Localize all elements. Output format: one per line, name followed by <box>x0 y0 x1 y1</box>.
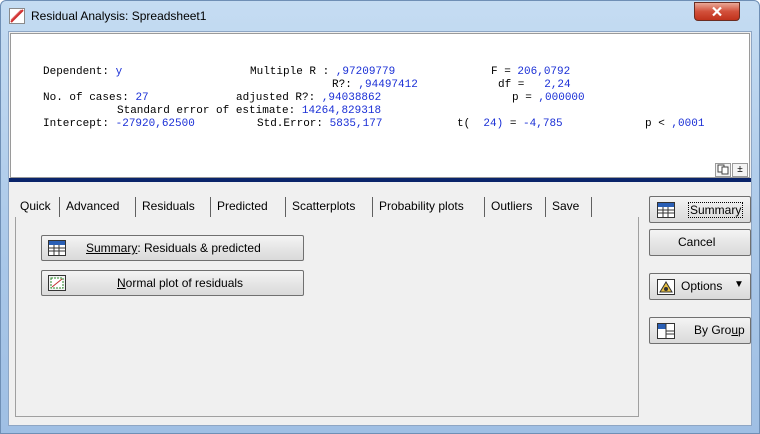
summary-button-label: Summary <box>688 202 744 218</box>
by-group-button[interactable]: By Group <box>649 317 751 344</box>
adjusted-r-squared: adjusted R?: ,94038862 <box>236 92 381 105</box>
adj-r2-label: adjusted R?: <box>236 92 316 104</box>
r2-value: ,94497412 <box>358 79 418 91</box>
tab-divider <box>59 197 60 217</box>
t-stat: t( 24) = -4,785 <box>457 118 563 131</box>
copy-button[interactable] <box>715 163 731 177</box>
tab-probability-plots[interactable]: Probability plots <box>374 195 469 217</box>
quick-tab-panel: Summary: Residuals & predicted Normal pl… <box>15 217 639 417</box>
p-label: p = <box>512 92 532 104</box>
tab-divider <box>135 197 136 217</box>
normal-plot-hotkey: N <box>117 276 126 290</box>
results-line-1: Dependent: y <box>43 66 122 79</box>
plt-value: ,0001 <box>671 118 705 130</box>
by-group-icon <box>657 323 675 339</box>
panel-splitter[interactable] <box>9 178 751 182</box>
plt-label: p < <box>645 118 665 130</box>
tab-outliers[interactable]: Outliers <box>486 195 537 217</box>
close-button[interactable] <box>694 2 740 21</box>
intercept-value: -27920,62500 <box>115 118 195 130</box>
title-bar[interactable]: Residual Analysis: Spreadsheet1 <box>1 1 759 31</box>
df-stat: df = 2,24 <box>498 79 571 92</box>
options-icon <box>657 279 675 295</box>
summary-residuals-label: Summary: Residuals & predicted <box>86 241 261 255</box>
cases-value: 27 <box>135 92 149 104</box>
dependent-value: y <box>115 66 123 78</box>
tab-divider <box>372 197 373 217</box>
residual-analysis-icon <box>9 8 25 24</box>
cases: No. of cases: 27 <box>43 92 149 105</box>
stderr-value: 5835,177 <box>329 118 383 130</box>
t-label: t( <box>457 118 471 130</box>
summary-table-icon <box>48 240 66 256</box>
f-stat: F = 206,0792 <box>491 66 570 79</box>
tab-predicted[interactable]: Predicted <box>212 195 273 217</box>
df-label: df = <box>498 79 525 91</box>
by-group-label: By Group <box>694 323 745 337</box>
results-summary-panel: Dependent: y Multiple R : ,97209779 F = … <box>10 33 750 178</box>
cancel-button[interactable]: Cancel <box>649 229 751 256</box>
expand-toggle-button[interactable]: ± <box>732 163 748 177</box>
stderr-label: Std.Error: <box>257 118 324 130</box>
window-title: Residual Analysis: Spreadsheet1 <box>31 9 207 23</box>
summary-residuals-predicted-button[interactable]: Summary: Residuals & predicted <box>41 235 304 261</box>
tab-scatterplots[interactable]: Scatterplots <box>287 195 360 217</box>
tab-advanced[interactable]: Advanced <box>61 195 124 217</box>
r2-label: R?: <box>332 79 352 91</box>
std-error-estimate: Standard error of estimate: 14264,829318 <box>117 105 381 118</box>
se-label: Standard error of estimate: <box>117 105 296 117</box>
by-group-prefix: By Gro <box>694 323 732 337</box>
multiple-r-label: Multiple R : <box>250 66 330 78</box>
adj-r2-value: ,94038862 <box>321 92 382 104</box>
p-stat: p = ,000000 <box>512 92 585 105</box>
cancel-button-label: Cancel <box>678 235 716 249</box>
multiple-r-value: ,97209779 <box>335 66 396 78</box>
t-equals: = <box>509 118 517 130</box>
t-value: -4,785 <box>523 118 563 130</box>
multiple-r: Multiple R : ,97209779 <box>250 66 395 79</box>
options-dropdown-arrow: ▼ <box>734 279 744 290</box>
normal-plot-icon <box>48 275 66 291</box>
summary-prefix: Summary <box>86 241 138 255</box>
intercept-std-error: Std.Error: 5835,177 <box>257 118 382 131</box>
dependent-label: Dependent: <box>43 66 110 78</box>
normal-plot-label: Normal plot of residuals <box>117 276 243 290</box>
dialog-client-area: Dependent: y Multiple R : ,97209779 F = … <box>8 31 752 426</box>
summary-button[interactable]: Summary <box>649 196 751 223</box>
tab-divider <box>210 197 211 217</box>
tab-divider <box>591 197 592 217</box>
copy-icon <box>717 164 729 178</box>
cases-label: No. of cases: <box>43 92 129 104</box>
close-x-icon <box>711 6 723 17</box>
tab-divider <box>484 197 485 217</box>
f-label: F = <box>491 66 511 78</box>
options-button[interactable]: Options ▼ <box>649 273 751 300</box>
normal-plot-rest: ormal plot of residuals <box>125 276 244 290</box>
t-df: 24) <box>483 118 504 130</box>
f-value: 206,0792 <box>517 66 571 78</box>
summary-suffix: : Residuals & predicted <box>137 241 261 255</box>
tab-divider <box>545 197 546 217</box>
normal-plot-of-residuals-button[interactable]: Normal plot of residuals <box>41 270 304 296</box>
residual-analysis-window: Residual Analysis: Spreadsheet1 Dependen… <box>0 0 760 434</box>
tab-residuals[interactable]: Residuals <box>137 195 200 217</box>
intercept: Intercept: -27920,62500 <box>43 118 195 131</box>
tab-quick[interactable]: Quick <box>15 195 56 217</box>
intercept-label: Intercept: <box>43 118 110 130</box>
se-value: 14264,829318 <box>301 105 382 117</box>
p-less-than: p < ,0001 <box>645 118 704 131</box>
p-value: ,000000 <box>538 92 585 104</box>
summary-table-icon <box>657 202 675 218</box>
tab-save[interactable]: Save <box>547 195 584 217</box>
df-value: 2,24 <box>544 79 571 91</box>
tab-divider <box>285 197 286 217</box>
by-group-suffix: p <box>738 323 745 337</box>
r-squared: R?: ,94497412 <box>332 79 418 92</box>
options-button-label: Options <box>681 279 723 293</box>
